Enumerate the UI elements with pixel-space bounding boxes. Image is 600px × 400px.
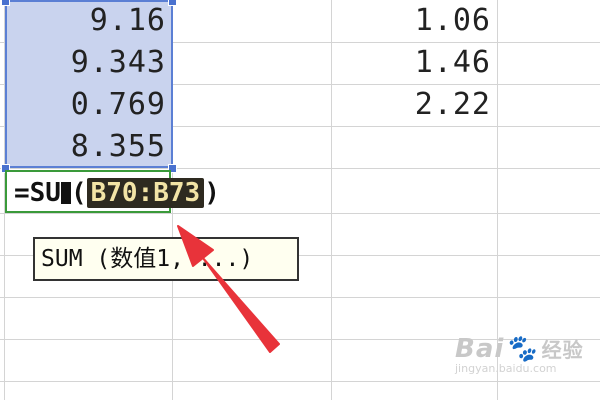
baidu-jingyan-watermark: Bai🐾 经验 jingyan.baidu.com (455, 334, 595, 394)
watermark-logo: Bai (455, 334, 505, 364)
paw-icon: 🐾 (504, 334, 538, 364)
watermark-suffix: 经验 (541, 338, 584, 362)
